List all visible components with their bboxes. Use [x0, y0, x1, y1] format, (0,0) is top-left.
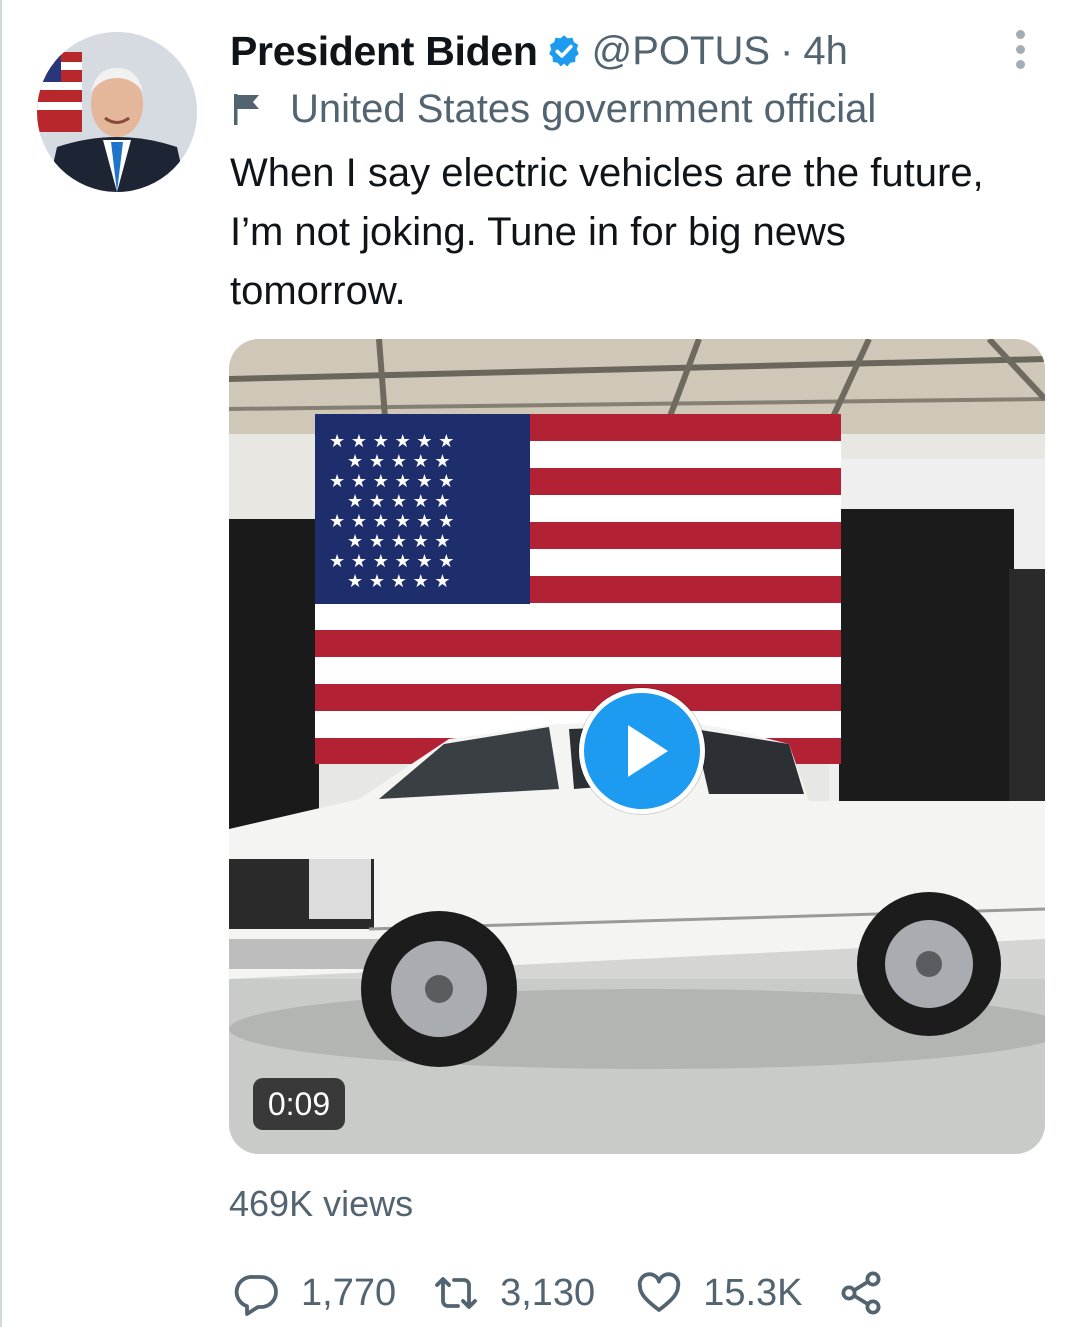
author-name[interactable]: President Biden	[230, 28, 538, 75]
reply-icon	[234, 1275, 278, 1316]
government-label[interactable]: United States government official	[232, 84, 876, 134]
tweet-text: When I say electric vehicles are the fut…	[230, 151, 984, 313]
svg-text:★ ★ ★ ★ ★: ★ ★ ★ ★ ★	[347, 571, 451, 592]
retweet-icon	[435, 1277, 477, 1309]
reply-count: 1,770	[301, 1271, 397, 1314]
label-text: United States government official	[290, 86, 877, 131]
svg-text:★ ★ ★ ★ ★: ★ ★ ★ ★ ★	[347, 531, 451, 552]
view-count: 469K views	[229, 1183, 414, 1224]
tweet-header: President Biden @POTUS · 4h	[230, 26, 848, 76]
svg-text:★ ★ ★ ★ ★ ★: ★ ★ ★ ★ ★ ★	[329, 511, 454, 532]
more-icon[interactable]	[1008, 28, 1034, 72]
avatar[interactable]	[37, 32, 197, 192]
video-media[interactable]: ★ ★ ★ ★ ★ ★ ★ ★ ★ ★ ★ ★ ★ ★ ★ ★ ★ ★ ★ ★ …	[229, 339, 1045, 1154]
play-icon	[628, 725, 668, 777]
retweet-button[interactable]: 3,130	[432, 1269, 595, 1317]
flag-icon	[234, 94, 259, 125]
svg-text:★ ★ ★ ★ ★ ★: ★ ★ ★ ★ ★ ★	[329, 551, 454, 572]
retweet-count: 3,130	[500, 1271, 596, 1314]
svg-text:★ ★ ★ ★ ★: ★ ★ ★ ★ ★	[347, 451, 451, 472]
svg-text:★ ★ ★ ★ ★: ★ ★ ★ ★ ★	[347, 491, 451, 512]
author-handle[interactable]: @POTUS	[592, 29, 770, 74]
timestamp[interactable]: 4h	[803, 29, 848, 74]
svg-text:★ ★ ★ ★ ★ ★: ★ ★ ★ ★ ★ ★	[329, 431, 454, 452]
separator-dot: ·	[780, 28, 794, 73]
share-button[interactable]	[837, 1269, 885, 1317]
left-border	[0, 0, 2, 1327]
like-icon	[638, 1272, 681, 1312]
verified-badge-icon	[548, 35, 579, 67]
like-button[interactable]: 15.3K	[635, 1269, 803, 1317]
avatar-image	[37, 32, 197, 192]
video-duration: 0:09	[253, 1078, 345, 1130]
share-icon	[841, 1271, 880, 1315]
reply-button[interactable]: 1,770	[233, 1269, 396, 1317]
like-count: 15.3K	[703, 1271, 803, 1314]
svg-text:★ ★ ★ ★ ★ ★: ★ ★ ★ ★ ★ ★	[329, 471, 454, 492]
action-bar: 1,770 3,130 15.3K	[233, 1266, 885, 1320]
play-button[interactable]	[579, 688, 705, 814]
